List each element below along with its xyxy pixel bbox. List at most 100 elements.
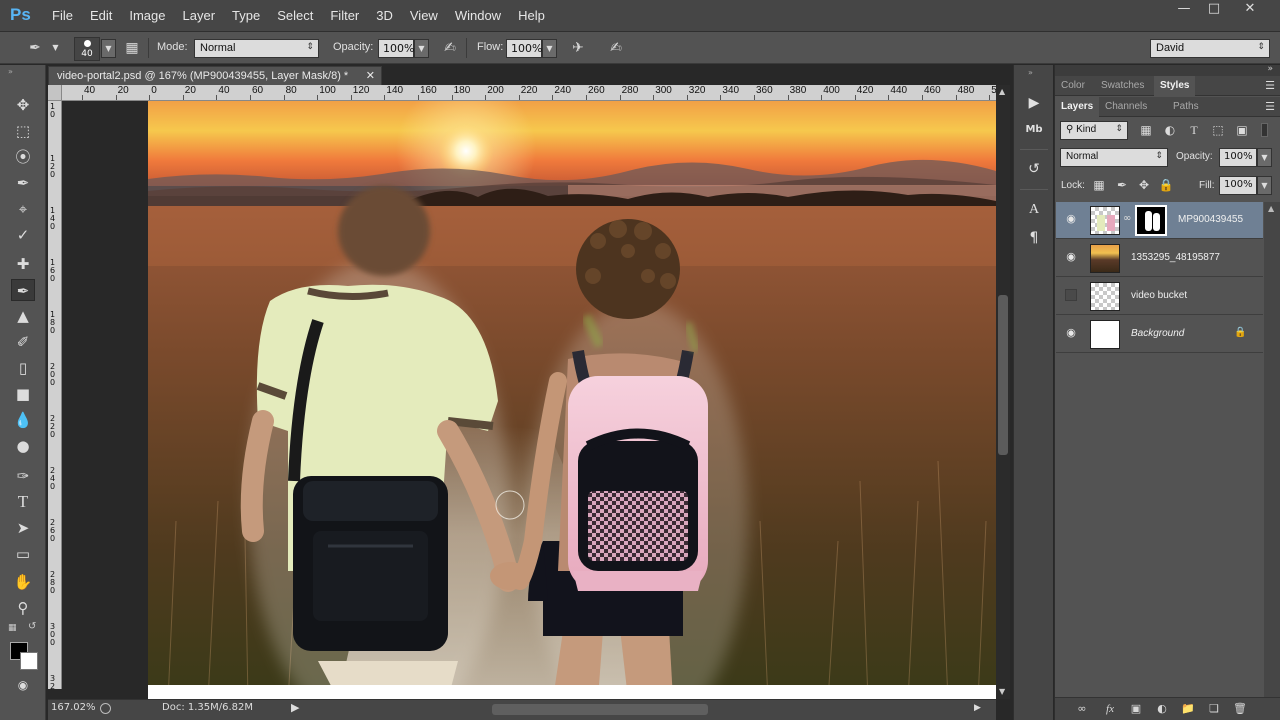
pen-icon[interactable]: ✑ — [11, 465, 35, 487]
zoom-level[interactable]: 167.02% — [51, 702, 96, 713]
filter-toggle[interactable] — [1261, 123, 1268, 137]
filter-adjustment-icon[interactable]: ◐ — [1161, 121, 1179, 139]
collapse-icon[interactable]: » — [1267, 64, 1273, 74]
menu-file[interactable]: File — [52, 0, 82, 32]
layer-filter-select[interactable]: ⚲ Kind ⇕ — [1060, 121, 1128, 140]
adjustment-layer-icon[interactable]: ◐ — [1153, 701, 1171, 717]
panel-menu-icon[interactable]: ☰ — [1265, 79, 1275, 92]
mode-select[interactable]: Normal ⇕ — [194, 39, 319, 58]
fx-icon[interactable]: fx — [1101, 701, 1119, 717]
eye-hidden-icon[interactable] — [1065, 289, 1077, 301]
layer-fill-input[interactable]: 100% — [1219, 176, 1257, 195]
clone-stamp-icon[interactable]: ▲ — [11, 305, 35, 327]
dodge-icon[interactable]: ● — [11, 435, 35, 457]
brush-panel-icon[interactable]: ▦ — [122, 39, 142, 58]
scroll-right-icon[interactable]: ▶ — [974, 703, 981, 713]
maximize-icon[interactable]: □ — [1198, 0, 1230, 20]
filter-shape-icon[interactable]: ⬚ — [1209, 121, 1227, 139]
collapse-icon[interactable]: » — [8, 67, 13, 76]
pasteboard[interactable] — [62, 101, 996, 699]
gradient-icon[interactable]: ■ — [11, 383, 35, 405]
delete-layer-icon[interactable]: 🗑 — [1231, 701, 1249, 717]
history-brush-icon[interactable]: ✐ — [11, 331, 35, 353]
healing-brush-icon[interactable]: ✚ — [11, 253, 35, 275]
lock-pixels-icon[interactable]: ✒ — [1113, 176, 1131, 194]
canvas-image[interactable] — [148, 101, 996, 699]
quick-select-icon[interactable]: ✒ — [11, 172, 35, 194]
eraser-icon[interactable]: ▯ — [11, 357, 35, 379]
crop-icon[interactable]: ⌖ — [11, 198, 35, 220]
layer-row[interactable]: video bucket — [1056, 278, 1263, 315]
filter-pixel-icon[interactable]: ▦ — [1137, 121, 1155, 139]
document-tab[interactable]: video-portal2.psd @ 167% (MP900439455, L… — [48, 66, 382, 86]
new-layer-icon[interactable]: ❏ — [1205, 701, 1223, 717]
brush-icon[interactable]: ✒ — [11, 279, 35, 301]
panel-header[interactable]: » — [1055, 64, 1280, 76]
close-icon[interactable]: ✕ — [1234, 0, 1266, 20]
scroll-up-icon[interactable]: ▲ — [1268, 204, 1274, 213]
brush-size-preview[interactable]: 40 — [74, 37, 100, 61]
tab-color[interactable]: Color — [1055, 76, 1091, 96]
brush-size-dropdown[interactable]: ▼ — [101, 39, 116, 58]
menu-window[interactable]: Window — [455, 0, 510, 32]
layer-name[interactable]: video bucket — [1131, 290, 1187, 301]
status-menu-icon[interactable]: ▶ — [291, 701, 299, 714]
lock-all-icon[interactable]: 🔒 — [1157, 176, 1175, 194]
filter-smart-object-icon[interactable]: ▣ — [1233, 121, 1251, 139]
play-icon[interactable]: ▶ — [1023, 93, 1045, 113]
tab-layers[interactable]: Layers — [1055, 97, 1100, 117]
new-group-icon[interactable]: 📁 — [1179, 701, 1197, 717]
layer-fill-dropdown[interactable]: ▼ — [1257, 176, 1272, 195]
layer-opacity-dropdown[interactable]: ▼ — [1257, 148, 1272, 167]
eye-icon[interactable]: ◉ — [1064, 326, 1078, 340]
airbrush-icon[interactable]: ✈ — [568, 39, 588, 58]
eye-icon[interactable]: ◉ — [1064, 250, 1078, 264]
link-layers-icon[interactable]: ∞ — [1073, 701, 1091, 717]
menu-type[interactable]: Type — [232, 0, 269, 32]
layer-row[interactable]: ◉ Background 🔒 — [1056, 316, 1263, 353]
layers-scrollbar[interactable]: ▲ — [1264, 202, 1280, 699]
layer-name[interactable]: MP900439455 — [1178, 214, 1243, 225]
mini-bridge-icon[interactable]: Mb — [1023, 120, 1045, 140]
layer-name[interactable]: 1353295_48195877 — [1131, 252, 1220, 263]
background-color-swatch[interactable] — [20, 652, 38, 670]
type-icon[interactable]: T — [11, 491, 35, 513]
layer-row[interactable]: ◉ 1353295_48195877 — [1056, 240, 1263, 277]
workspace-select[interactable]: David ⇕ — [1150, 39, 1270, 58]
link-icon[interactable]: ∞ — [1123, 213, 1131, 224]
history-icon[interactable]: ↺ — [1023, 159, 1045, 179]
eye-icon[interactable]: ◉ — [1064, 212, 1078, 226]
zoom-icon[interactable]: ⚲ — [11, 597, 35, 619]
horizontal-scroll-thumb[interactable] — [492, 704, 708, 715]
blend-mode-select[interactable]: Normal ⇕ — [1060, 148, 1168, 167]
pressure-size-icon[interactable]: ✍ — [606, 39, 626, 58]
menu-image[interactable]: Image — [129, 0, 174, 32]
hand-icon[interactable]: ✋ — [11, 571, 35, 593]
scroll-down-icon[interactable]: ▼ — [999, 687, 1005, 696]
document-profile-icon[interactable] — [100, 703, 111, 714]
rectangle-icon[interactable]: ▭ — [11, 543, 35, 565]
ruler-origin[interactable] — [48, 85, 62, 101]
quick-mask-icon[interactable]: ◉ — [11, 674, 35, 696]
opacity-dropdown[interactable]: ▼ — [414, 39, 429, 58]
layer-opacity-input[interactable]: 100% — [1219, 148, 1257, 167]
brush-preset-icon[interactable]: ✒ — [25, 39, 45, 58]
filter-type-icon[interactable]: T — [1185, 121, 1203, 139]
tab-swatches[interactable]: Swatches — [1095, 76, 1150, 96]
add-mask-icon[interactable]: ▣ — [1127, 701, 1145, 717]
vertical-scrollbar[interactable]: ▲ ▼ — [996, 85, 1010, 699]
menu-select[interactable]: Select — [277, 0, 322, 32]
marquee-icon[interactable]: ⬚ — [11, 120, 35, 142]
menu-view[interactable]: View — [410, 0, 447, 32]
scroll-up-icon[interactable]: ▲ — [999, 87, 1005, 96]
panel-menu-icon[interactable]: ☰ — [1265, 100, 1275, 113]
move-icon[interactable]: ✥ — [11, 94, 35, 116]
menu-3d[interactable]: 3D — [376, 0, 402, 32]
menu-help[interactable]: Help — [518, 0, 554, 32]
opacity-input[interactable]: 100% — [378, 39, 414, 58]
tab-paths[interactable]: Paths — [1167, 97, 1205, 117]
pressure-opacity-icon[interactable]: ✍ — [440, 39, 460, 58]
lasso-icon[interactable]: ⦿ — [11, 146, 35, 168]
tab-channels[interactable]: Channels — [1099, 97, 1153, 117]
character-icon[interactable]: A — [1023, 200, 1045, 220]
